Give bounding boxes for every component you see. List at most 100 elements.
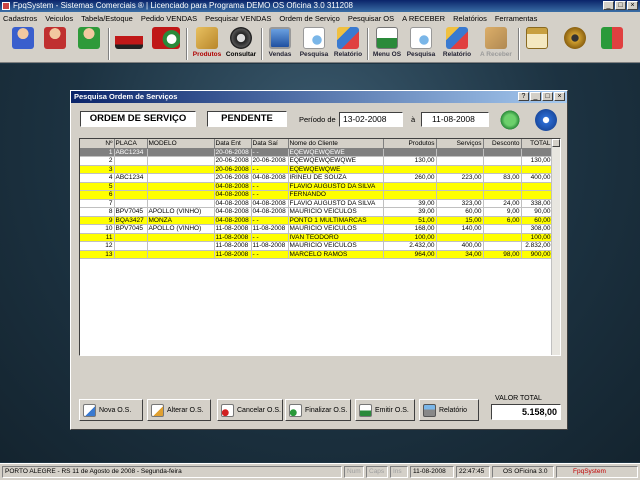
cell-placa (114, 156, 148, 166)
status-time: 22:47:45 (456, 466, 490, 478)
table-row[interactable]: 7 04-08-2008 04-08-2008 FLAVIO AUGUSTO DA S… (80, 199, 553, 208)
table-row[interactable]: 11 11-08-2008 - - IVAN TEODORO 100,00 100,0… (80, 233, 553, 242)
status-caps: Caps (366, 466, 388, 478)
table-row[interactable]: 6 04-08-2008 - - FERNANDO (80, 190, 553, 200)
cell-data-ent: 11-08-2008 (214, 233, 252, 242)
menu-ferramentas[interactable]: Ferramentas (495, 14, 538, 23)
toolbar-clientes-button[interactable] (10, 27, 36, 61)
table-row[interactable]: 8 BPV7045 APOLLO (VINHO) 04-08-2008 04-08-20… (80, 207, 553, 217)
menu-ordem-servico[interactable]: Ordem de Serviço (279, 14, 339, 23)
toolbar-relatorio-vendas-button[interactable]: Relatório (332, 27, 364, 61)
arrow-right-icon[interactable] (535, 109, 557, 131)
toolbar-menu-os-button[interactable]: Menu OS (372, 27, 402, 61)
menu-pesquisar-os[interactable]: Pesquisar OS (348, 14, 394, 23)
relatorio-button[interactable]: Relatório (419, 399, 479, 421)
toolbar: Produtos Consultar Vendas Pesquisa Relat… (0, 25, 640, 63)
close-button[interactable]: × (627, 1, 638, 10)
toolbar-vendas-button[interactable]: Vendas (266, 27, 294, 61)
toolbar-veiculos-button[interactable] (114, 27, 144, 61)
cell-desconto: 9,00 (483, 207, 522, 217)
menu-cadastros[interactable]: Cadastros (3, 14, 37, 23)
table-row[interactable]: 12 11-08-2008 11-08-2008 MAURICIO VEICULOS 2… (80, 241, 553, 251)
col-header-cliente[interactable]: Nome do Cliente (288, 139, 384, 149)
app-title: FpqSystem - Sistemas Comerciais ® | Lice… (13, 1, 353, 10)
table-row[interactable]: 5 04-08-2008 - - FLAVIO AUGUSTO DA SILVA (80, 182, 553, 191)
col-header-num[interactable]: Nº (80, 139, 115, 149)
menu-tabela-estoque[interactable]: Tabela/Estoque (81, 14, 133, 23)
col-header-modelo[interactable]: MODELO (147, 139, 215, 149)
cell-cliente: FLAVIO AUGUSTO DA SILVA (288, 199, 384, 208)
valor-total-label: VALOR TOTAL (495, 395, 542, 402)
toolbar-a-receber-button[interactable]: A Receber (478, 27, 514, 61)
cell-produtos: 39,00 (383, 199, 437, 208)
nova-os-button[interactable]: Nova O.S. (79, 399, 143, 421)
date-to-input[interactable]: 11-08-2008 (421, 112, 489, 127)
cell-modelo (147, 165, 215, 174)
cell-servicos (436, 148, 484, 157)
scroll-up-icon[interactable] (552, 139, 560, 147)
toolbar-backup-button[interactable] (562, 27, 588, 61)
toolbar-produtos-button[interactable]: Produtos (192, 27, 222, 61)
os-table: Nº PLACA MODELO Data Ent Data Saí Nome d… (80, 139, 553, 259)
dialog-help-button[interactable]: ? (518, 92, 529, 101)
table-row[interactable]: 3 20-06-2008 - - EQEWQEWQWE (80, 165, 553, 174)
cell-placa (114, 199, 148, 208)
toolbar-fornecedores-button[interactable] (42, 27, 68, 61)
cell-servicos: 60,00 (436, 207, 484, 217)
menu-pedido-vendas[interactable]: Pedido VENDAS (141, 14, 197, 23)
cancelar-os-button[interactable]: Cancelar O.S. (217, 399, 283, 421)
alterar-os-button[interactable]: Alterar O.S. (147, 399, 211, 421)
cell-data-sai: - - (251, 250, 289, 259)
dialog-close-button[interactable]: × (554, 92, 565, 101)
toolbar-consultar-button[interactable]: Consultar (225, 27, 257, 61)
cell-data-sai: 04-08-2008 (251, 173, 289, 183)
minimize-button[interactable]: _ (603, 1, 614, 10)
emitir-os-button[interactable]: Emitir O.S. (355, 399, 415, 421)
col-header-servicos[interactable]: Serviços (436, 139, 484, 149)
toolbar-pesquisa-vendas-button[interactable]: Pesquisa (298, 27, 330, 61)
date-from-input[interactable]: 13-02-2008 (339, 112, 403, 127)
refresh-icon[interactable] (499, 109, 521, 131)
dialog-maximize-button[interactable]: □ (542, 92, 553, 101)
menu-pesquisar-vendas[interactable]: Pesquisar VENDAS (205, 14, 271, 23)
toolbar-funcionarios-button[interactable] (76, 27, 102, 61)
table-row[interactable]: 13 11-08-2008 - - MARCELO RAMOS 964,00 34,0… (80, 250, 553, 259)
table-row[interactable]: 2 20-06-2008 20-06-2008 EQEWQEWQEWQWE 130,00… (80, 156, 553, 166)
status-location: PORTO ALEGRE - RS 11 de Agosto de 2008 -… (2, 466, 342, 478)
cell-cliente: PONTO 1 MULTIMARCAS (288, 216, 384, 225)
cell-cliente: EQEWQEWQEWQWE (288, 156, 384, 166)
cell-produtos: 39,00 (383, 207, 437, 217)
cell-desconto (483, 156, 522, 166)
col-header-data-ent[interactable]: Data Ent (214, 139, 252, 149)
table-row[interactable]: 4 ABC1234 20-06-2008 04-08-2008 IRINEU DE SO… (80, 173, 553, 183)
dialog-minimize-button[interactable]: _ (530, 92, 541, 101)
menu-veiculos[interactable]: Veiculos (45, 14, 73, 23)
col-header-placa[interactable]: PLACA (114, 139, 148, 149)
cell-placa: ABC1234 (114, 148, 148, 157)
grid-vertical-scrollbar[interactable] (551, 139, 560, 355)
finalizar-os-button[interactable]: Finalizar O.S. (285, 399, 351, 421)
cell-data-sai: 20-06-2008 (251, 156, 289, 166)
col-header-data-sai[interactable]: Data Saí (251, 139, 289, 149)
menu-a-receber[interactable]: A RECEBER (402, 14, 445, 23)
col-header-total[interactable]: TOTAL (521, 139, 553, 149)
table-row[interactable]: 1 ABC1234 20-06-2008 - - EQEWQEWQEWE (80, 148, 553, 157)
toolbar-pesquisa-os-button[interactable]: Pesquisa (404, 27, 438, 61)
toolbar-relatorio-os-button[interactable]: Relatório (440, 27, 474, 61)
col-header-produtos[interactable]: Produtos (383, 139, 437, 149)
toolbar-sair-button[interactable] (598, 27, 626, 61)
os-grid[interactable]: Nº PLACA MODELO Data Ent Data Saí Nome d… (79, 138, 561, 356)
cell-servicos (436, 233, 484, 242)
table-row[interactable]: 9 BQA3427 MONZA 04-08-2008 - - PONTO 1 MULT… (80, 216, 553, 225)
menu-relatorios[interactable]: Relatórios (453, 14, 487, 23)
col-header-desconto[interactable]: Desconto (483, 139, 522, 149)
table-row[interactable]: 10 BPV7045 APOLLO (VINHO) 11-08-2008 11-08-2… (80, 224, 553, 234)
cell-placa (114, 233, 148, 242)
cell-modelo (147, 250, 215, 259)
cell-data-ent: 11-08-2008 (214, 250, 252, 259)
cell-desconto (483, 190, 522, 200)
toolbar-agenda-button[interactable] (150, 27, 182, 61)
maximize-button[interactable]: □ (615, 1, 626, 10)
cell-produtos (383, 165, 437, 174)
toolbar-calculadora-button[interactable] (524, 27, 550, 61)
